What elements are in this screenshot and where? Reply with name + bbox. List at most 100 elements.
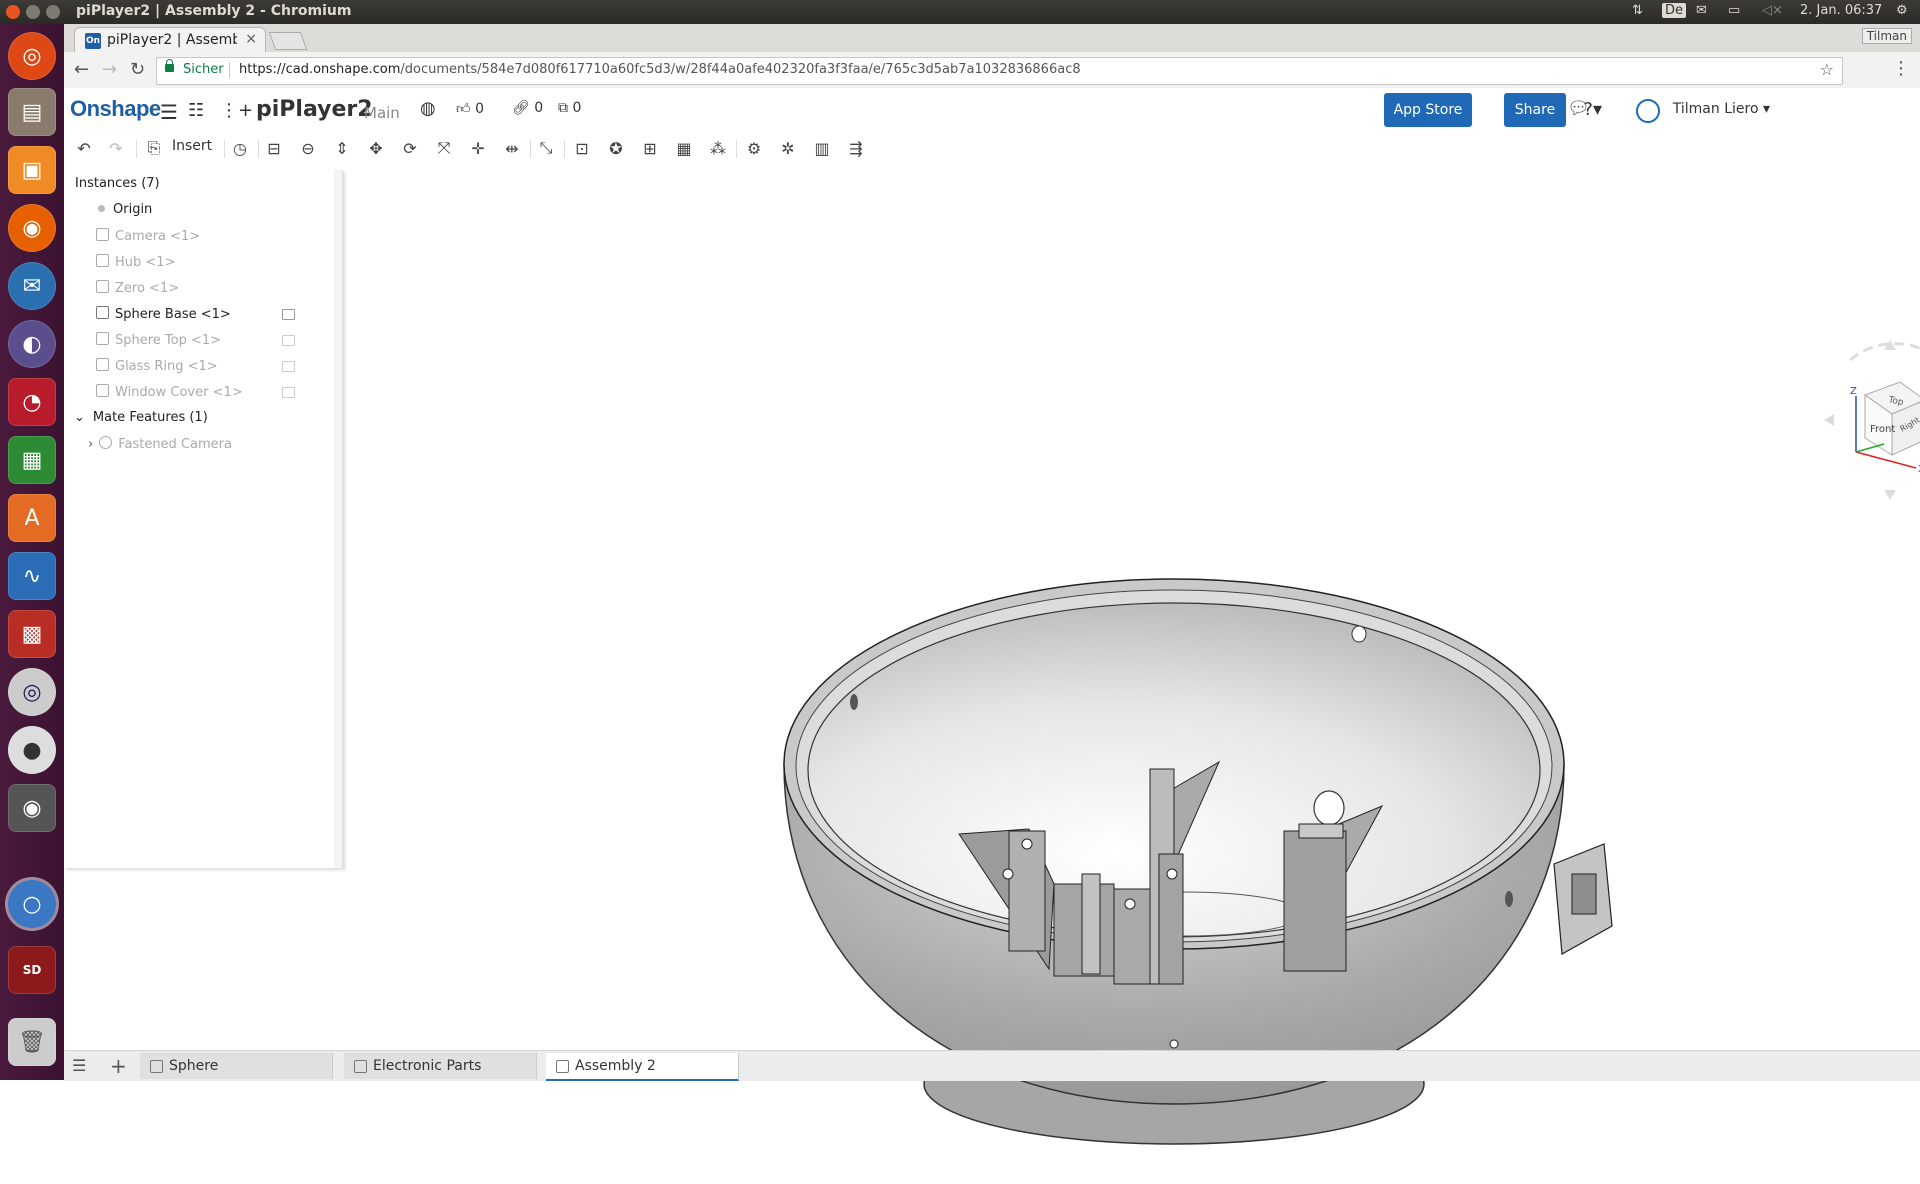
globe-icon[interactable]: ◍ xyxy=(420,98,436,119)
clock[interactable]: 2. Jan. 06:37 xyxy=(1800,3,1882,18)
insert-tree-icon[interactable]: ⋮+ xyxy=(220,100,253,121)
bookmark-star-icon[interactable]: ☆ xyxy=(1820,60,1834,79)
share-button[interactable]: Share xyxy=(1504,93,1566,127)
mate-item[interactable]: ›Fastened Camera xyxy=(88,436,232,456)
mail-icon[interactable]: ✉ xyxy=(1696,3,1707,18)
sphere-base-model[interactable] xyxy=(764,544,1624,1184)
replicate-icon[interactable]: ▦ xyxy=(674,138,694,158)
reload-icon[interactable]: ↻ xyxy=(130,59,145,80)
gear-relation-icon[interactable]: ⚙ xyxy=(744,138,764,158)
screw-relation-icon[interactable]: ▥ xyxy=(812,138,832,158)
battery-icon[interactable]: ▭ xyxy=(1728,3,1740,18)
instances-header[interactable]: Instances (7) xyxy=(75,176,160,196)
onshape-logo[interactable]: Onshape xyxy=(70,96,161,122)
window-maximize-button[interactable] xyxy=(46,5,60,19)
forward-arrow-icon[interactable]: → xyxy=(102,59,117,80)
instance-item[interactable]: Zero <1> xyxy=(96,280,336,300)
settings-gear-icon[interactable]: ⚙ xyxy=(1896,3,1908,18)
pin-slot-mate-icon[interactable]: ⤧ xyxy=(434,138,454,158)
new-tab-button[interactable] xyxy=(269,32,308,50)
panel-scrollbar[interactable] xyxy=(334,170,342,868)
instance-item[interactable]: Glass Ring <1> xyxy=(96,358,336,378)
mate-features-header[interactable]: ⌄ Mate Features (1) xyxy=(74,410,208,430)
user-avatar[interactable] xyxy=(1636,99,1660,123)
back-arrow-icon[interactable]: ← xyxy=(74,59,89,80)
mate-features-label: Mate Features (1) xyxy=(93,410,208,425)
trash-icon[interactable]: 🗑 xyxy=(8,1018,56,1066)
files-icon[interactable]: ▤ xyxy=(8,88,56,136)
insert-button[interactable]: Insert xyxy=(172,138,212,154)
help-icon[interactable]: ?▾ xyxy=(1583,99,1602,120)
hamburger-menu-icon[interactable]: ☰ xyxy=(160,100,178,124)
tab-electronic-parts[interactable]: Electronic Parts xyxy=(344,1053,537,1079)
instance-label: Zero <1> xyxy=(115,281,179,296)
onshape-favicon-icon: On xyxy=(85,33,101,49)
likes-counter[interactable]: 👍︎ 0 xyxy=(456,100,484,117)
history-icon[interactable]: ◷ xyxy=(230,138,250,158)
app-store-button[interactable]: App Store xyxy=(1384,93,1472,127)
profile-button[interactable]: Tilman xyxy=(1862,28,1912,44)
parallel-mate-icon[interactable]: ⇹ xyxy=(502,138,522,158)
workspace-switcher-icon[interactable]: ▣ xyxy=(8,146,56,194)
revolute-mate-icon[interactable]: ⊖ xyxy=(298,138,318,158)
spreadsheet-icon[interactable]: ▦ xyxy=(8,436,56,484)
close-icon[interactable]: × xyxy=(245,31,257,47)
eclipse-icon[interactable]: ◐ xyxy=(8,320,56,368)
browser-menu-icon[interactable]: ⋮ xyxy=(1892,58,1910,79)
thunderbird-icon[interactable]: ✉ xyxy=(8,262,56,310)
chevron-down-icon[interactable]: ⌄ xyxy=(74,410,85,425)
linear-relation-icon[interactable]: ⇶ xyxy=(846,138,866,158)
view-cube[interactable]: Top Front Right Z X xyxy=(1820,340,1920,500)
add-tab-icon[interactable]: + xyxy=(110,1054,127,1078)
origin-item[interactable]: Origin xyxy=(98,202,152,222)
cylindrical-mate-icon[interactable]: ⟳ xyxy=(400,138,420,158)
webcam-icon[interactable]: ◉ xyxy=(8,784,56,832)
tangent-mate-icon[interactable]: ⤡ xyxy=(536,138,556,158)
address-bar[interactable]: Sicher https://cad.onshape.com/documents… xyxy=(156,57,1843,85)
workspace-name[interactable]: Main xyxy=(364,104,400,122)
disc-media-icon[interactable]: ◎ xyxy=(8,668,56,716)
firefox-icon[interactable]: ◉ xyxy=(8,204,56,252)
instance-item[interactable]: Sphere Top <1> xyxy=(96,332,336,352)
mate-connector-icon[interactable]: ✪ xyxy=(606,138,626,158)
slider-mate-icon[interactable]: ⇕ xyxy=(332,138,352,158)
document-title[interactable]: piPlayer2 xyxy=(256,97,373,122)
rack-pinion-icon[interactable]: ✲ xyxy=(778,138,798,158)
feature-list-icon[interactable]: ☷ xyxy=(188,100,204,121)
browser-tab[interactable]: On piPlayer2 | Assembly 2 × xyxy=(74,27,266,53)
media-player-icon[interactable]: ● xyxy=(8,726,56,774)
copies-counter[interactable]: ⧉ 0 xyxy=(558,100,581,116)
tab-list-icon[interactable]: ☰ xyxy=(72,1056,86,1075)
sd-card-icon[interactable]: SD xyxy=(8,946,56,994)
redo-icon[interactable]: ↷ xyxy=(106,138,126,158)
tab-sphere[interactable]: Sphere xyxy=(140,1053,333,1079)
undo-icon[interactable]: ↶ xyxy=(74,138,94,158)
fastened-mate-icon[interactable]: ⊟ xyxy=(264,138,284,158)
system-monitor-icon[interactable]: ∿ xyxy=(8,552,56,600)
user-menu[interactable]: Tilman Liero ▾ xyxy=(1673,101,1770,117)
network-icon[interactable]: ⇅ xyxy=(1632,3,1643,18)
ubuntu-dash-icon[interactable]: ◎ xyxy=(8,32,56,80)
relation-icon[interactable]: ⊞ xyxy=(640,138,660,158)
copy-icon: ⧉ xyxy=(558,100,568,116)
instance-item[interactable]: Sphere Base <1> xyxy=(96,306,336,326)
keyboard-layout-indicator[interactable]: De xyxy=(1662,3,1686,18)
group-icon[interactable]: ⊡ xyxy=(572,138,592,158)
software-center-icon[interactable]: A xyxy=(8,494,56,542)
tab-assembly-2[interactable]: Assembly 2 xyxy=(546,1053,739,1081)
instance-item[interactable]: Camera <1> xyxy=(96,228,336,248)
toolbar-divider xyxy=(564,140,565,158)
planar-mate-icon[interactable]: ✥ xyxy=(366,138,386,158)
instance-item[interactable]: Hub <1> xyxy=(96,254,336,274)
chromium-icon[interactable]: ○ xyxy=(8,880,56,928)
pattern-icon[interactable]: ⁂ xyxy=(708,138,728,158)
qr-code-icon[interactable]: ▩ xyxy=(8,610,56,658)
openshot-icon[interactable]: ◔ xyxy=(8,378,56,426)
ball-mate-icon[interactable]: ✛ xyxy=(468,138,488,158)
window-close-button[interactable] xyxy=(6,5,20,19)
volume-muted-icon[interactable]: ◁× xyxy=(1762,3,1783,18)
instance-item[interactable]: Window Cover <1> xyxy=(96,384,336,404)
links-counter[interactable]: 🔗︎ 0 xyxy=(512,100,543,116)
chevron-right-icon[interactable]: › xyxy=(88,437,93,452)
window-minimize-button[interactable] xyxy=(26,5,40,19)
